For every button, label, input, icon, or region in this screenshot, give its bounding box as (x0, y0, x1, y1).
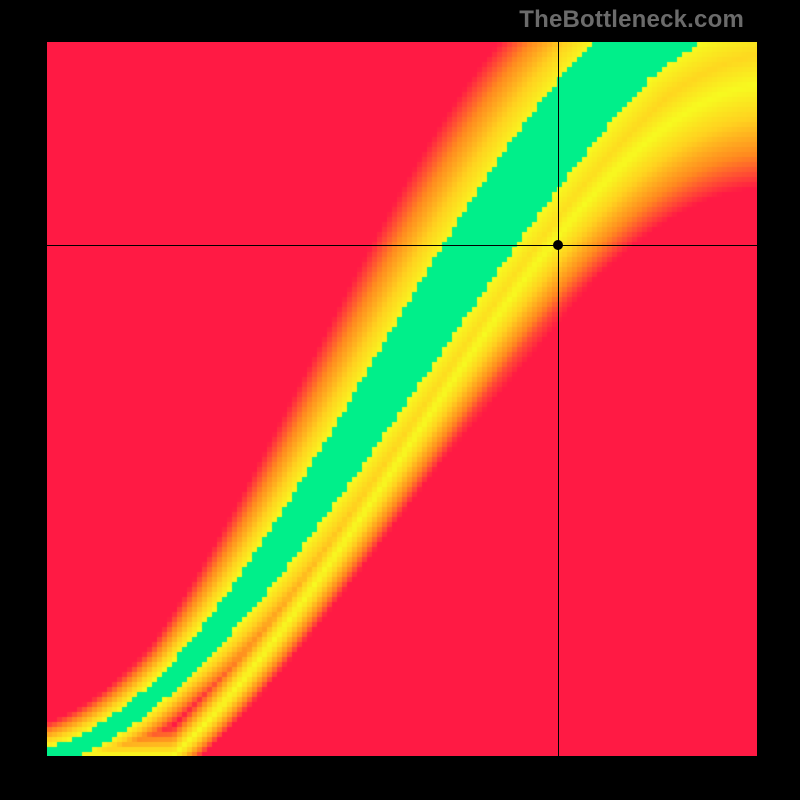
heatmap-plot (47, 42, 757, 756)
crosshair-horizontal (47, 245, 757, 246)
chart-container: TheBottleneck.com (0, 0, 800, 800)
crosshair-vertical (558, 42, 559, 756)
marker-point (553, 240, 563, 250)
heatmap-canvas (47, 42, 757, 756)
watermark-text: TheBottleneck.com (519, 6, 744, 34)
